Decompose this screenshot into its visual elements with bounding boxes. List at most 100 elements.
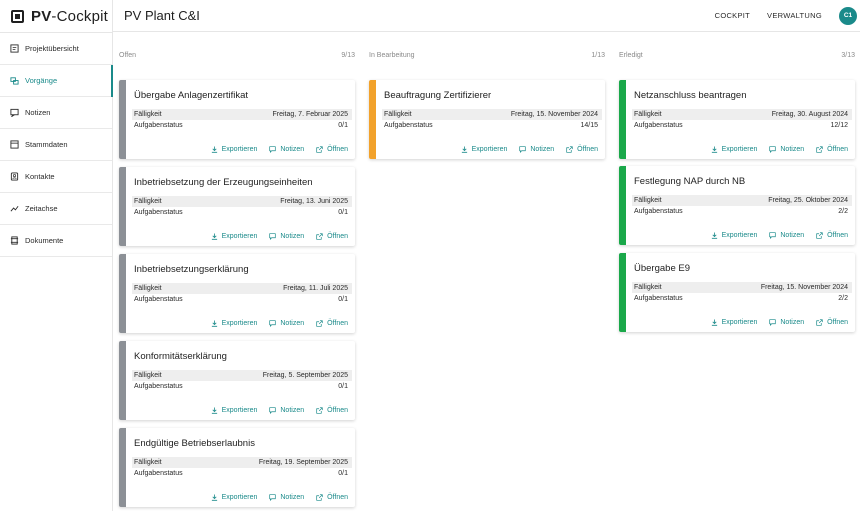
notes-button[interactable]: Notizen xyxy=(269,494,304,501)
card-actions: Exportieren Notizen Öffnen xyxy=(699,319,848,326)
sidebar-item-dokumente[interactable]: Dokumente xyxy=(0,225,112,257)
logo-icon xyxy=(11,9,24,23)
due-value: Freitag, 7. Februar 2025 xyxy=(272,111,349,118)
task-card[interactable]: Übergabe Anlagenzertifikat Fälligkeit Fr… xyxy=(119,80,355,159)
export-button[interactable]: Exportieren xyxy=(211,146,257,153)
contacts-icon xyxy=(10,172,19,181)
due-value: Freitag, 19. September 2025 xyxy=(258,459,348,466)
notes-button[interactable]: Notizen xyxy=(269,233,304,240)
card-actions: Exportieren Notizen Öffnen xyxy=(199,320,348,327)
notes-label: Notizen xyxy=(780,319,805,326)
due-value: Freitag, 15. November 2024 xyxy=(760,284,848,291)
task-status-value: 0/1 xyxy=(338,209,348,216)
open-label: Öffnen xyxy=(327,233,348,240)
open-button[interactable]: Öffnen xyxy=(316,320,348,327)
status-color-bar xyxy=(619,253,626,332)
sidebar-item-stammdaten[interactable]: Stammdaten xyxy=(0,129,112,161)
task-status-value: 0/1 xyxy=(338,470,348,477)
sidebar-item-zeitachse[interactable]: Zeitachse xyxy=(0,193,112,225)
open-button[interactable]: Öffnen xyxy=(316,233,348,240)
open-button[interactable]: Öffnen xyxy=(816,232,848,239)
notes-button[interactable]: Notizen xyxy=(269,320,304,327)
export-button[interactable]: Exportieren xyxy=(211,494,257,501)
top-bar: PV Plant C&I COCKPIT VERWALTUNG C1 xyxy=(113,0,860,32)
due-row: Fälligkeit Freitag, 5. September 2025 xyxy=(132,370,352,381)
open-button[interactable]: Öffnen xyxy=(316,494,348,501)
task-status-value: 0/1 xyxy=(338,122,348,129)
external-link-icon xyxy=(816,146,823,153)
notes-button[interactable]: Notizen xyxy=(519,146,554,153)
open-button[interactable]: Öffnen xyxy=(566,146,598,153)
sidebar-item-notizen[interactable]: Notizen xyxy=(0,97,112,129)
export-button[interactable]: Exportieren xyxy=(211,407,257,414)
task-card[interactable]: Konformitätserklärung Fälligkeit Freitag… xyxy=(119,341,355,420)
card-actions: Exportieren Notizen Öffnen xyxy=(199,233,348,240)
export-button[interactable]: Exportieren xyxy=(211,320,257,327)
due-label: Fälligkeit xyxy=(634,111,662,118)
task-status-label: Aufgabenstatus xyxy=(134,470,183,477)
due-value: Freitag, 5. September 2025 xyxy=(262,372,348,379)
comment-icon xyxy=(269,407,277,414)
open-button[interactable]: Öffnen xyxy=(816,146,848,153)
export-button[interactable]: Exportieren xyxy=(711,146,757,153)
status-color-bar xyxy=(119,254,126,333)
due-row: Fälligkeit Freitag, 19. September 2025 xyxy=(132,457,352,468)
open-button[interactable]: Öffnen xyxy=(316,407,348,414)
column-erledigt: Erledigt 3/13 xyxy=(619,33,855,78)
open-button[interactable]: Öffnen xyxy=(316,146,348,153)
notes-button[interactable]: Notizen xyxy=(769,232,804,239)
due-value: Freitag, 30. August 2024 xyxy=(771,111,848,118)
export-button[interactable]: Exportieren xyxy=(461,146,507,153)
notes-button[interactable]: Notizen xyxy=(269,407,304,414)
external-link-icon xyxy=(316,494,323,501)
notes-button[interactable]: Notizen xyxy=(769,319,804,326)
column-in-bearbeitung: In Bearbeitung 1/13 xyxy=(369,33,605,78)
download-icon xyxy=(461,146,467,153)
status-color-bar xyxy=(119,80,126,159)
sidebar-item-vorgaenge[interactable]: Vorgänge xyxy=(0,65,113,97)
card-title: Übergabe E9 xyxy=(634,263,690,274)
header-nav: COCKPIT VERWALTUNG C1 xyxy=(715,6,857,25)
task-status-label: Aufgabenstatus xyxy=(134,296,183,303)
notes-button[interactable]: Notizen xyxy=(269,146,304,153)
download-icon xyxy=(211,320,217,327)
task-card[interactable]: Inbetriebsetzung der Erzeugungseinheiten… xyxy=(119,167,355,246)
task-card[interactable]: Inbetriebsetzungserklärung Fälligkeit Fr… xyxy=(119,254,355,333)
sidebar-item-projektuebersicht[interactable]: Projektübersicht xyxy=(0,33,112,65)
task-card[interactable]: Beauftragung Zertifizierer Fälligkeit Fr… xyxy=(369,80,605,159)
external-link-icon xyxy=(816,319,823,326)
external-link-icon xyxy=(816,232,823,239)
cockpit-link[interactable]: COCKPIT xyxy=(715,11,750,20)
export-label: Exportieren xyxy=(721,232,758,239)
card-title: Beauftragung Zertifizierer xyxy=(384,90,492,101)
sidebar-item-kontakte[interactable]: Kontakte xyxy=(0,161,112,193)
comment-icon xyxy=(269,320,277,327)
card-title: Inbetriebsetzung der Erzeugungseinheiten xyxy=(134,177,313,188)
column-header: In Bearbeitung 1/13 xyxy=(369,33,605,78)
open-label: Öffnen xyxy=(827,319,848,326)
due-row: Fälligkeit Freitag, 30. August 2024 xyxy=(632,109,852,120)
open-label: Öffnen xyxy=(827,232,848,239)
export-button[interactable]: Exportieren xyxy=(711,232,758,239)
notes-button[interactable]: Notizen xyxy=(769,146,804,153)
timeline-icon xyxy=(10,204,19,213)
due-row: Fälligkeit Freitag, 13. Juni 2025 xyxy=(132,196,352,207)
status-color-bar xyxy=(119,167,126,246)
task-card[interactable]: Endgültige Betriebserlaubnis Fälligkeit … xyxy=(119,428,355,507)
external-link-icon xyxy=(316,233,323,240)
task-status-label: Aufgabenstatus xyxy=(634,295,683,302)
export-button[interactable]: Exportieren xyxy=(211,233,257,240)
avatar[interactable]: C1 xyxy=(839,6,857,25)
sidebar-item-label: Notizen xyxy=(25,108,51,117)
task-card[interactable]: Übergabe E9 Fälligkeit Freitag, 15. Nove… xyxy=(619,253,855,332)
comment-icon xyxy=(769,146,777,153)
verwaltung-link[interactable]: VERWALTUNG xyxy=(767,11,822,20)
task-card[interactable]: Festlegung NAP durch NB Fälligkeit Freit… xyxy=(619,166,855,245)
card-actions: Exportieren Notizen Öffnen xyxy=(199,494,348,501)
task-status-label: Aufgabenstatus xyxy=(134,383,183,390)
task-card[interactable]: Netzanschluss beantragen Fälligkeit Frei… xyxy=(619,80,855,159)
master-data-icon xyxy=(10,140,19,149)
logo[interactable]: PV-Cockpit xyxy=(0,0,112,32)
export-button[interactable]: Exportieren xyxy=(711,319,757,326)
open-button[interactable]: Öffnen xyxy=(816,319,848,326)
